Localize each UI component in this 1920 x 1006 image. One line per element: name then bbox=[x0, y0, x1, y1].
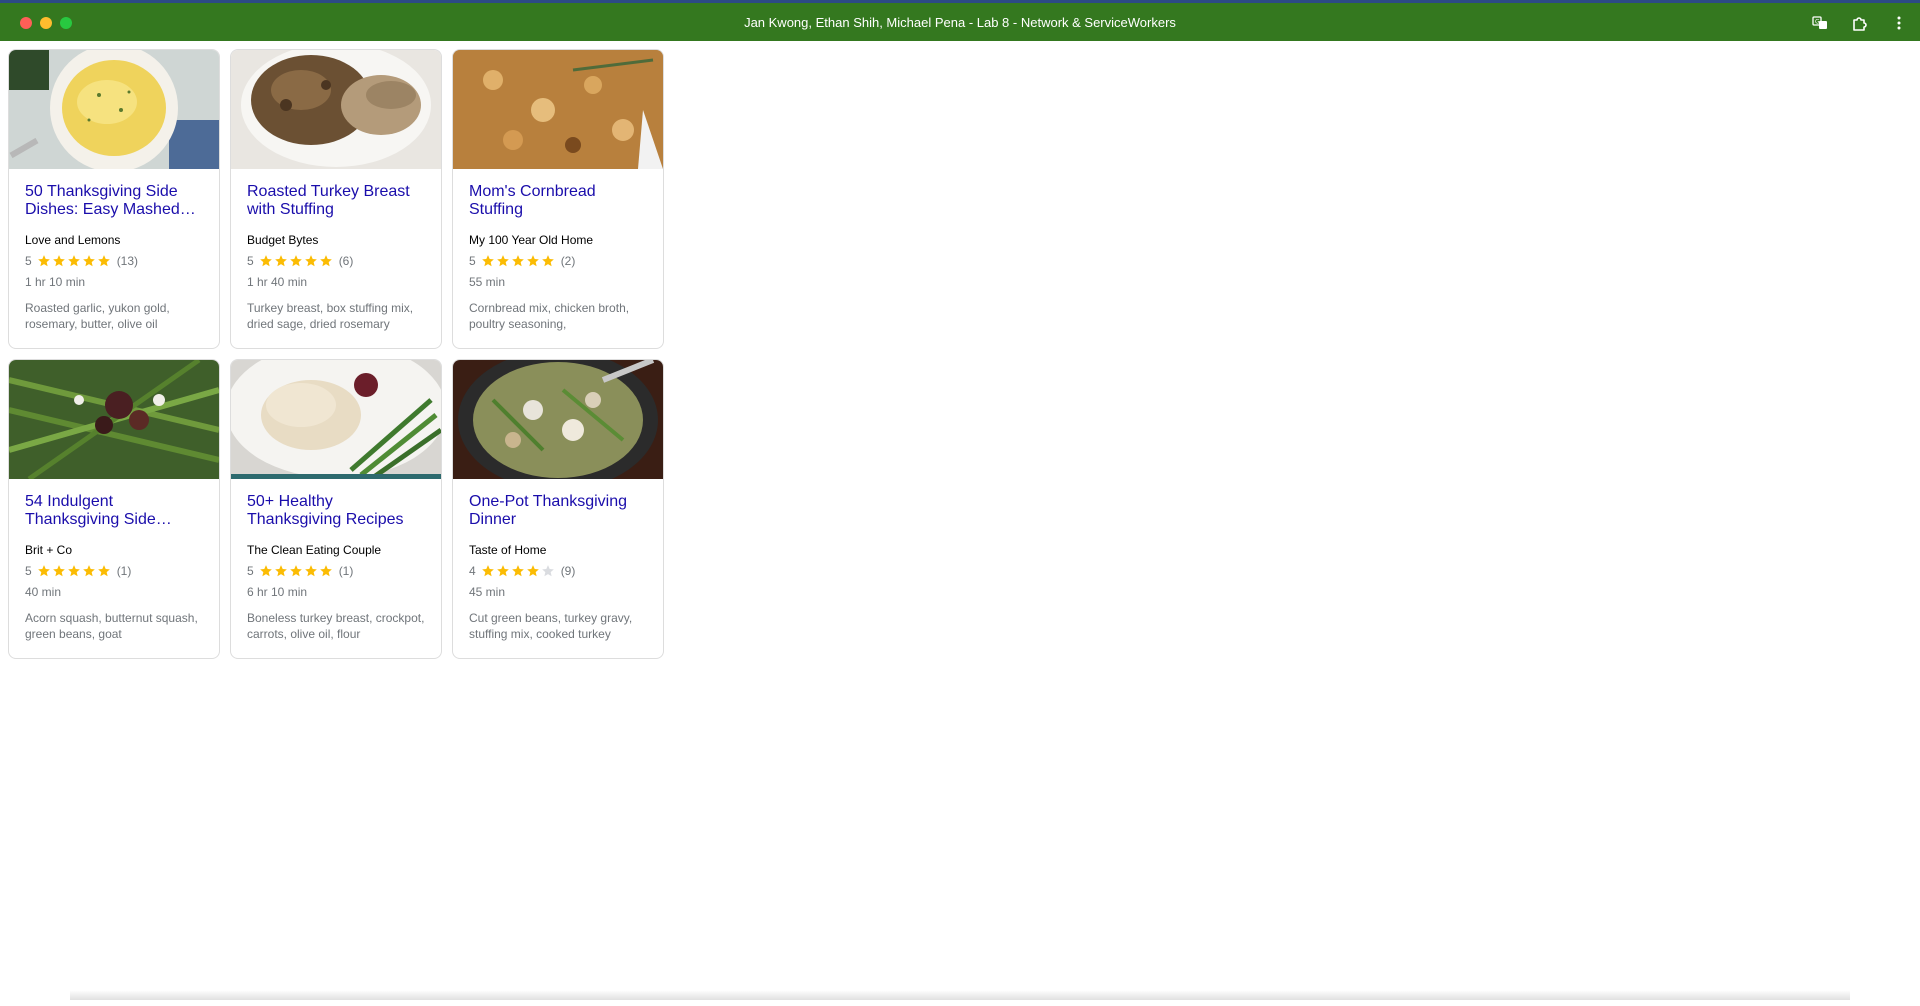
recipe-title-link[interactable]: 54 Indulgent Thanksgiving Side… bbox=[25, 493, 203, 529]
star-filled-icon bbox=[259, 565, 272, 577]
recipe-source: Budget Bytes bbox=[247, 233, 319, 247]
star-rating bbox=[37, 564, 112, 578]
recipe-ingredients: Acorn squash, butternut squash, green be… bbox=[25, 611, 198, 641]
recipe-card[interactable]: 50+ Healthy Thanksgiving Recipes The Cle… bbox=[230, 359, 442, 659]
star-filled-icon bbox=[511, 255, 524, 267]
recipe-cook-time: 6 hr 10 min bbox=[247, 585, 308, 599]
star-filled-icon bbox=[52, 255, 65, 267]
recipe-cook-time: 55 min bbox=[469, 275, 506, 289]
review-count: (1) bbox=[338, 564, 354, 578]
review-count: (9) bbox=[560, 564, 576, 578]
recipe-source: My 100 Year Old Home bbox=[469, 233, 594, 247]
recipe-rating: 5 (1) bbox=[25, 563, 203, 579]
recipe-cook-time: 1 hr 10 min bbox=[25, 275, 86, 289]
star-filled-icon bbox=[496, 255, 509, 267]
svg-text:G: G bbox=[1815, 19, 1820, 26]
recipe-rating: 5 (13) bbox=[25, 253, 203, 269]
recipe-ingredients: Boneless turkey breast, crockpot, carrot… bbox=[247, 611, 425, 641]
recipe-image-turkey-stuffing[interactable] bbox=[231, 50, 441, 169]
star-filled-icon bbox=[52, 565, 65, 577]
star-filled-icon bbox=[97, 565, 110, 577]
rating-score: 5 bbox=[247, 564, 254, 578]
rating-score: 5 bbox=[25, 254, 32, 268]
star-filled-icon bbox=[304, 565, 317, 577]
review-count: (1) bbox=[116, 564, 132, 578]
window-title: Jan Kwong, Ethan Shih, Michael Pena - La… bbox=[744, 15, 1176, 30]
star-filled-icon bbox=[481, 255, 494, 267]
recipe-card[interactable]: One-Pot Thanksgiving Dinner Taste of Hom… bbox=[452, 359, 664, 659]
recipe-ingredients: Turkey breast, box stuffing mix, dried s… bbox=[247, 301, 414, 331]
star-filled-icon bbox=[319, 255, 332, 267]
recipe-source: Love and Lemons bbox=[25, 233, 121, 247]
star-filled-icon bbox=[481, 565, 494, 577]
star-rating bbox=[259, 254, 334, 268]
recipe-image-green-beans[interactable] bbox=[9, 360, 219, 479]
star-filled-icon bbox=[37, 565, 50, 577]
review-count: (6) bbox=[338, 254, 354, 268]
star-rating bbox=[259, 564, 334, 578]
recipe-title-link[interactable]: Roasted Turkey Breast with Stuffing bbox=[247, 183, 425, 219]
star-filled-icon bbox=[496, 565, 509, 577]
more-vert-icon[interactable] bbox=[1889, 13, 1909, 33]
translate-icon[interactable]: G bbox=[1810, 13, 1830, 33]
recipe-cook-time: 40 min bbox=[25, 585, 62, 599]
recipe-image-one-pot-dinner[interactable] bbox=[453, 360, 663, 479]
recipe-ingredients: Cut green beans, turkey gravy, stuffing … bbox=[469, 611, 633, 641]
star-filled-icon bbox=[82, 255, 95, 267]
recipe-source: Brit + Co bbox=[25, 543, 73, 557]
star-filled-icon bbox=[37, 255, 50, 267]
window-title-bar[interactable]: Jan Kwong, Ethan Shih, Michael Pena - La… bbox=[0, 0, 1920, 41]
review-count: (2) bbox=[560, 254, 576, 268]
recipe-card[interactable]: Roasted Turkey Breast with Stuffing Budg… bbox=[230, 49, 442, 349]
star-filled-icon bbox=[82, 565, 95, 577]
star-empty-icon bbox=[541, 565, 554, 577]
recipe-cook-time: 45 min bbox=[469, 585, 506, 599]
star-filled-icon bbox=[511, 565, 524, 577]
recipe-image-turkey-plate[interactable] bbox=[231, 360, 441, 479]
puzzle-piece-icon[interactable] bbox=[1850, 13, 1870, 33]
recipe-title-link[interactable]: Mom's Cornbread Stuffing bbox=[469, 183, 647, 219]
recipe-rating: 5 (6) bbox=[247, 253, 425, 269]
recipe-title-link[interactable]: One-Pot Thanksgiving Dinner bbox=[469, 493, 647, 529]
star-filled-icon bbox=[67, 255, 80, 267]
star-filled-icon bbox=[274, 255, 287, 267]
star-filled-icon bbox=[97, 255, 110, 267]
recipe-card[interactable]: 54 Indulgent Thanksgiving Side… Brit + C… bbox=[8, 359, 220, 659]
star-filled-icon bbox=[289, 255, 302, 267]
recipe-rating: 5 (1) bbox=[247, 563, 425, 579]
rating-score: 5 bbox=[247, 254, 254, 268]
recipe-image-cornbread-stuffing[interactable] bbox=[453, 50, 663, 169]
recipe-grid: 50 Thanksgiving Side Dishes: Easy Mashed… bbox=[8, 49, 664, 659]
recipe-ingredients: Cornbread mix, chicken broth, poultry se… bbox=[469, 301, 630, 331]
recipe-rating: 5 (2) bbox=[469, 253, 647, 269]
window-bottom-shadow bbox=[70, 990, 1850, 1000]
star-filled-icon bbox=[526, 255, 539, 267]
recipe-ingredients: Roasted garlic, yukon gold, rosemary, bu… bbox=[25, 301, 170, 331]
recipe-source: Taste of Home bbox=[469, 543, 547, 557]
star-filled-icon bbox=[259, 255, 272, 267]
star-filled-icon bbox=[289, 565, 302, 577]
recipe-card[interactable]: 50 Thanksgiving Side Dishes: Easy Mashed… bbox=[8, 49, 220, 349]
rating-score: 4 bbox=[469, 564, 476, 578]
star-rating bbox=[37, 254, 112, 268]
star-filled-icon bbox=[526, 565, 539, 577]
star-filled-icon bbox=[319, 565, 332, 577]
rating-score: 5 bbox=[469, 254, 476, 268]
star-filled-icon bbox=[304, 255, 317, 267]
recipe-title-link[interactable]: 50 Thanksgiving Side Dishes: Easy Mashed… bbox=[25, 183, 203, 219]
recipe-source: The Clean Eating Couple bbox=[247, 543, 382, 557]
star-rating bbox=[481, 254, 556, 268]
recipe-cook-time: 1 hr 40 min bbox=[247, 275, 308, 289]
recipe-title-link[interactable]: 50+ Healthy Thanksgiving Recipes bbox=[247, 493, 425, 529]
star-filled-icon bbox=[274, 565, 287, 577]
star-filled-icon bbox=[67, 565, 80, 577]
recipe-rating: 4 (9) bbox=[469, 563, 647, 579]
star-rating bbox=[481, 564, 556, 578]
review-count: (13) bbox=[116, 254, 139, 268]
star-filled-icon bbox=[541, 255, 554, 267]
recipe-card[interactable]: Mom's Cornbread Stuffing My 100 Year Old… bbox=[452, 49, 664, 349]
rating-score: 5 bbox=[25, 564, 32, 578]
recipe-image-mashed-potatoes[interactable] bbox=[9, 50, 219, 169]
